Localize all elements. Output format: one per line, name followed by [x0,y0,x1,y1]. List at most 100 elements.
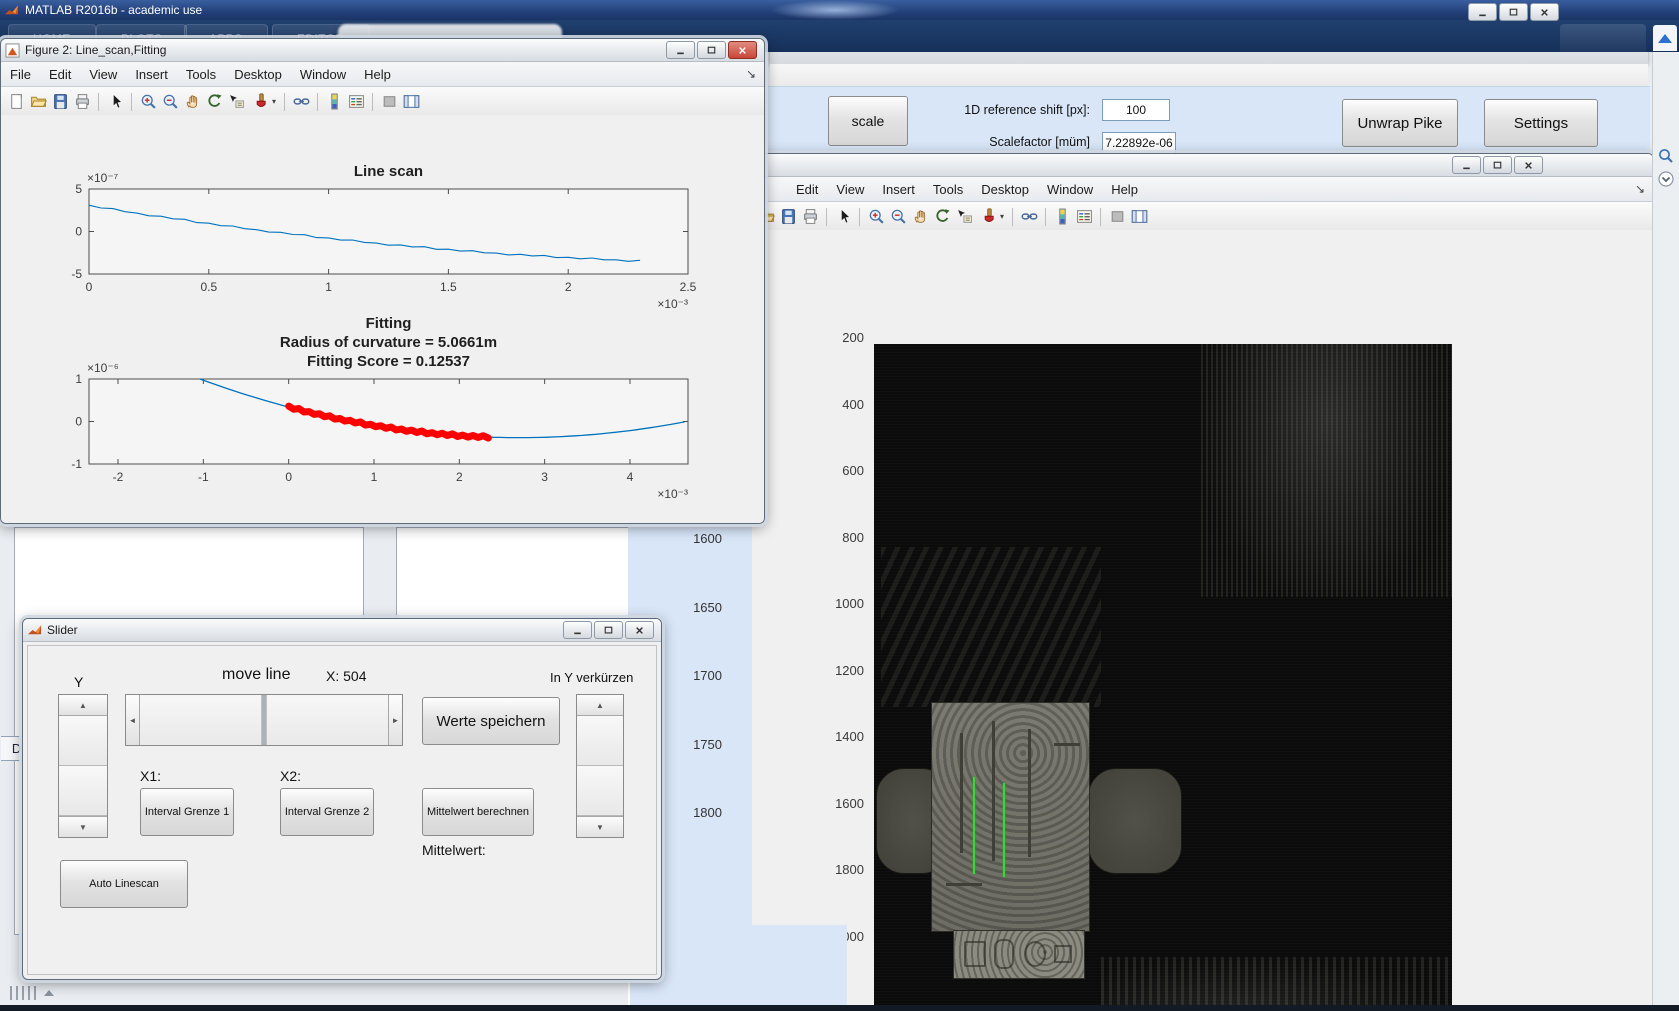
dock-figure-icon[interactable] [1635,182,1645,196]
menu-edit[interactable]: Edit [787,182,827,197]
slider-maximize-button[interactable] [594,621,623,639]
unwrap-pike-button[interactable]: Unwrap Pike [1342,99,1458,147]
menu-file[interactable]: File [1,67,40,82]
slider-up-icon[interactable] [59,695,107,716]
figure2-titlebar[interactable]: Figure 2: Line_scan,Fitting [1,39,764,62]
rotate-icon[interactable] [931,206,953,228]
brush-dropdown-icon[interactable] [269,97,279,106]
new-icon[interactable] [5,91,27,113]
data-cursor-icon[interactable] [953,206,975,228]
zoom-in-icon[interactable] [865,206,887,228]
hide-tools-icon[interactable] [1106,206,1128,228]
menu-help[interactable]: Help [1102,182,1147,197]
figure-image-titlebar[interactable]: d [751,154,1653,177]
colorbar-icon[interactable] [323,91,345,113]
slider-close-button[interactable] [625,621,654,639]
slider-right-icon[interactable] [388,695,402,745]
menu-edit[interactable]: Edit [40,67,80,82]
save-icon[interactable] [777,206,799,228]
linescan-fitting-plots[interactable]: Line scan00.511.522.550-5×10⁻⁷×10⁻³Fitti… [1,115,764,521]
main-maximize-button[interactable] [1499,3,1528,21]
menu-window[interactable]: Window [1038,182,1102,197]
fig2-minimize-button[interactable] [666,41,695,59]
y-slider-left[interactable] [58,694,108,838]
slider-minimize-button[interactable] [563,621,592,639]
menu-tools[interactable]: Tools [924,182,972,197]
dock-figure-icon[interactable] [746,67,756,81]
colorbar-icon[interactable] [1051,206,1073,228]
slider-track[interactable] [266,695,388,745]
legend-icon[interactable] [345,91,367,113]
brush-dropdown-icon[interactable] [997,212,1007,221]
scalefactor-input[interactable] [1102,132,1176,154]
move-line-slider[interactable] [125,694,403,746]
panel-grip-handle[interactable] [10,986,40,1000]
open-icon[interactable] [27,91,49,113]
hide-tools-icon[interactable] [378,91,400,113]
brush-icon[interactable] [975,206,997,228]
print-icon[interactable] [799,206,821,228]
pan-icon[interactable] [181,91,203,113]
linescan-marker-left[interactable] [973,777,975,874]
fig2-maximize-button[interactable] [697,41,726,59]
settings-button[interactable]: Settings [1484,99,1598,147]
linescan-marker-right[interactable] [1003,783,1005,877]
main-close-button[interactable] [1530,3,1559,21]
data-cursor-icon[interactable] [225,91,247,113]
slider-track[interactable] [577,766,623,816]
pan-icon[interactable] [909,206,931,228]
menu-insert[interactable]: Insert [126,67,177,82]
fig2-close-button[interactable] [728,41,757,59]
y-slider-right[interactable] [576,694,624,838]
save-values-button[interactable]: Werte speichern [422,697,560,745]
menu-insert[interactable]: Insert [873,182,924,197]
brush-icon[interactable] [247,91,269,113]
zoom-in-icon[interactable] [137,91,159,113]
zoom-out-icon[interactable] [887,206,909,228]
slider-track[interactable] [59,716,107,766]
rotate-icon[interactable] [203,91,225,113]
menu-view[interactable]: View [827,182,873,197]
auto-linescan-button[interactable]: Auto Linescan [60,860,188,908]
menu-tools[interactable]: Tools [177,67,225,82]
interval-limit1-button[interactable]: Interval Grenze 1 [140,788,234,836]
slider-titlebar[interactable]: Slider [23,619,661,642]
plot-tools-icon[interactable] [1128,206,1150,228]
toolbar-separator [1012,208,1013,226]
main-titlebar[interactable]: MATLAB R2016b - academic use [0,0,1679,20]
legend-icon[interactable] [1073,206,1095,228]
slider-track[interactable] [140,695,262,745]
scroll-down-icon[interactable] [1657,170,1675,193]
taskbar-edge[interactable] [0,1005,1679,1011]
scale-button[interactable]: scale [828,96,908,146]
link-icon[interactable] [1018,206,1040,228]
search-icon[interactable] [1657,147,1675,170]
slider-down-icon[interactable] [577,816,623,837]
print-icon[interactable] [71,91,93,113]
interval-limit2-button[interactable]: Interval Grenze 2 [280,788,374,836]
menu-desktop[interactable]: Desktop [225,67,291,82]
menu-view[interactable]: View [80,67,126,82]
cursor-icon[interactable] [832,206,854,228]
zoom-out-icon[interactable] [159,91,181,113]
plot-tools-icon[interactable] [400,91,422,113]
slider-up-icon[interactable] [577,695,623,716]
ref-shift-input[interactable] [1102,99,1170,121]
slider-left-icon[interactable] [126,695,140,745]
interferogram-image[interactable] [874,344,1452,1011]
figimg-minimize-button[interactable] [1452,156,1481,174]
slider-track[interactable] [59,766,107,816]
collapse-ribbon-tab[interactable] [1653,25,1677,51]
slider-down-icon[interactable] [59,816,107,837]
cursor-icon[interactable] [104,91,126,113]
save-icon[interactable] [49,91,71,113]
link-icon[interactable] [290,91,312,113]
menu-desktop[interactable]: Desktop [972,182,1038,197]
slider-track[interactable] [577,716,623,766]
figimg-close-button[interactable] [1514,156,1543,174]
menu-help[interactable]: Help [355,67,400,82]
figimg-maximize-button[interactable] [1483,156,1512,174]
menu-window[interactable]: Window [291,67,355,82]
main-minimize-button[interactable] [1468,3,1497,21]
calc-mean-button[interactable]: Mittelwert berechnen [422,788,534,836]
